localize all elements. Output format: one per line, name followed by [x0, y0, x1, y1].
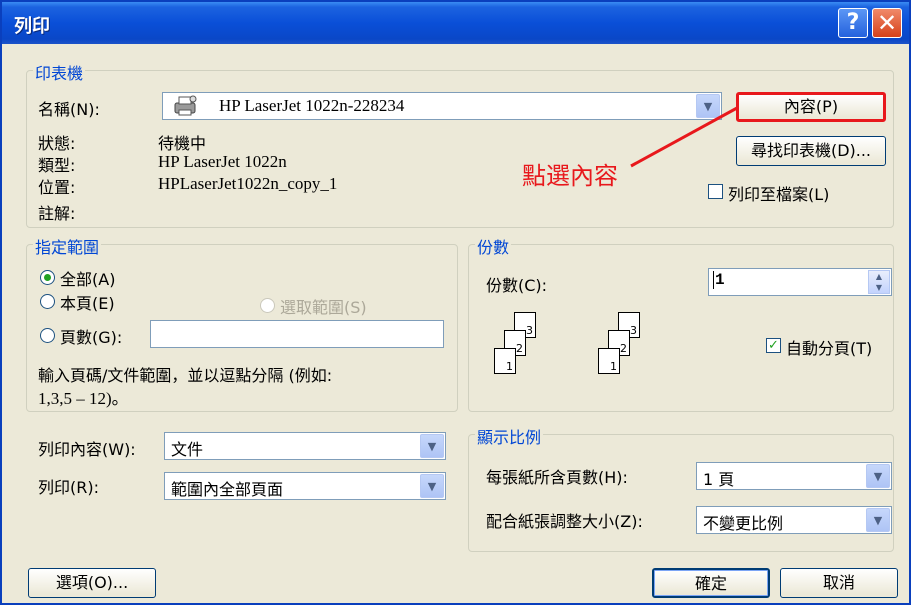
range-pages-input[interactable]: [150, 320, 444, 348]
pages-per-sheet-select[interactable]: 1 頁 ▼: [696, 462, 892, 490]
range-all-label[interactable]: 全部(A): [60, 266, 115, 290]
range-current-page-label[interactable]: 本頁(E): [60, 290, 115, 314]
page-number: 2: [516, 342, 523, 355]
print-to-file-checkbox[interactable]: [708, 184, 723, 199]
chevron-down-icon[interactable]: ▼: [866, 464, 890, 488]
print-value: 範圍內全部頁面: [171, 480, 284, 499]
annotation-arrow: [630, 106, 738, 168]
collate-checkbox[interactable]: ✓: [766, 338, 781, 353]
ok-button[interactable]: 確定: [652, 568, 770, 598]
printer-name-label: 名稱(N):: [38, 100, 100, 119]
page-icon: 1: [598, 348, 620, 374]
range-selection-label[interactable]: 選取範圍(S): [280, 294, 367, 318]
copies-spinner[interactable]: ▲ ▼: [868, 270, 890, 294]
window-title: 列印: [14, 16, 50, 37]
page-icon: 1: [494, 348, 516, 374]
range-selection-radio[interactable]: [260, 298, 275, 313]
type-value: HP LaserJet 1022n: [158, 152, 287, 171]
copies-group-label: 份數: [475, 234, 512, 258]
help-icon[interactable]: ?: [838, 8, 868, 38]
chevron-down-icon[interactable]: ▼: [420, 434, 444, 458]
find-printer-button[interactable]: 尋找印表機(D)...: [736, 136, 886, 166]
type-label: 類型:: [38, 156, 76, 175]
printer-name-value: HP LaserJet 1022n-228234: [219, 96, 405, 115]
page-number: 3: [630, 324, 637, 337]
page-number: 3: [526, 324, 533, 337]
pages-per-sheet-value: 1 頁: [703, 470, 735, 489]
cancel-button[interactable]: 取消: [780, 568, 898, 598]
range-current-page-radio[interactable]: [40, 294, 55, 309]
copies-label: 份數(C):: [486, 276, 548, 295]
chevron-down-icon[interactable]: ▼: [866, 508, 890, 532]
printer-group-label: 印表機: [33, 60, 86, 84]
properties-button[interactable]: 內容(P): [736, 92, 886, 122]
title-bar[interactable]: 列印 ? ✕: [2, 2, 909, 44]
range-group-label: 指定範圍: [33, 234, 102, 258]
range-pages-radio[interactable]: [40, 328, 55, 343]
copies-value: 1: [713, 271, 725, 289]
scale-select[interactable]: 不變更比例 ▼: [696, 506, 892, 534]
copies-input[interactable]: 1 ▲ ▼: [708, 268, 892, 296]
range-hint: 輸入頁碼/文件範圍，並以逗點分隔 (例如:: [38, 366, 333, 385]
location-label: 位置:: [38, 178, 76, 197]
print-to-file-label[interactable]: 列印至檔案(L): [728, 181, 829, 205]
page-number: 1: [506, 360, 513, 373]
collate-label[interactable]: 自動分頁(T): [786, 335, 872, 359]
printer-icon: [171, 95, 199, 117]
print-what-value: 文件: [171, 440, 204, 459]
options-button[interactable]: 選項(O)...: [28, 568, 156, 598]
range-all-radio[interactable]: [40, 270, 55, 285]
scale-value: 不變更比例: [703, 514, 784, 533]
print-select[interactable]: 範圍內全部頁面 ▼: [164, 472, 446, 500]
print-dialog: 列印 ? ✕ 印表機 名稱(N): HP LaserJet 1022n-2282…: [0, 0, 911, 605]
scale-label: 配合紙張調整大小(Z):: [486, 512, 643, 531]
chevron-down-icon[interactable]: ▼: [420, 474, 444, 498]
page-number: 2: [620, 342, 627, 355]
status-label: 狀態:: [38, 134, 76, 153]
comment-label: 註解:: [38, 204, 76, 223]
range-pages-label[interactable]: 頁數(G):: [60, 324, 122, 348]
print-label: 列印(R):: [38, 478, 99, 497]
zoom-group-label: 顯示比例: [475, 424, 544, 448]
status-value: 待機中: [158, 134, 207, 153]
close-icon[interactable]: ✕: [872, 8, 902, 38]
pages-per-sheet-label: 每張紙所含頁數(H):: [486, 468, 628, 487]
range-hint-example: 1,3,5 – 12)。: [38, 389, 129, 408]
page-number: 1: [610, 360, 617, 373]
zoom-group: 顯示比例: [468, 424, 894, 552]
location-value: HPLaserJet1022n_copy_1: [158, 174, 338, 193]
print-what-select[interactable]: 文件 ▼: [164, 432, 446, 460]
annotation-text: 點選內容: [522, 162, 618, 190]
print-what-label: 列印內容(W):: [38, 440, 136, 459]
